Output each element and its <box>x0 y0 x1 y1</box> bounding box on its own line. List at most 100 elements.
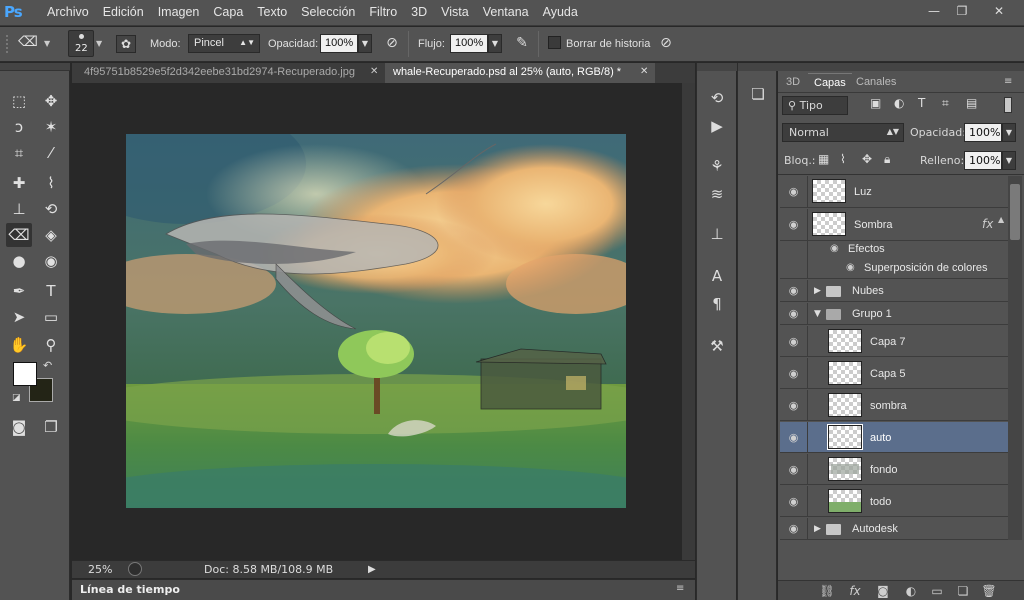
expand-arrow-icon[interactable]: ▶ <box>814 524 821 534</box>
screen-mode-icon[interactable]: ❐ <box>38 415 64 439</box>
status-info-icon[interactable] <box>128 562 142 576</box>
layer-filter-select[interactable]: ⚲ Tipo <box>782 96 848 115</box>
type-tool-icon[interactable]: T <box>38 279 64 303</box>
eyedropper-icon[interactable]: ⁄ <box>38 141 64 165</box>
default-colors-icon[interactable]: ◪ <box>12 393 21 403</box>
menu-item-imagen[interactable]: Imagen <box>151 5 207 19</box>
layer-opacity-input[interactable]: 100% <box>964 123 1002 142</box>
zoom-icon[interactable]: ⚲ <box>38 333 64 357</box>
minimize-button[interactable]: — <box>920 2 948 20</box>
effect-eye-icon[interactable]: ◉ <box>846 262 855 273</box>
filter-toggle[interactable] <box>1004 97 1012 113</box>
pen-icon[interactable]: ✒ <box>6 279 32 303</box>
artwork-canvas[interactable] <box>126 134 626 508</box>
tab-layers[interactable]: Capas <box>808 73 852 92</box>
lock-position-icon[interactable]: ✥ <box>862 152 872 166</box>
menu-item-ventana[interactable]: Ventana <box>476 5 536 19</box>
blend-mode-select[interactable]: Normal ▲▼ <box>782 123 904 142</box>
layers-scroll-thumb[interactable] <box>1010 184 1020 240</box>
dodge-icon[interactable]: ◉ <box>38 249 64 273</box>
collapse-arrow-icon[interactable]: ▼ <box>814 309 821 319</box>
eye-icon[interactable]: ◉ <box>780 209 808 240</box>
layer-comps-icon[interactable]: ❏ <box>746 83 770 105</box>
menu-item-archivo[interactable]: Archivo <box>40 5 96 19</box>
move-tool-icon[interactable]: ✥ <box>38 89 64 113</box>
clone-source-icon[interactable]: ⊥ <box>705 223 729 245</box>
delete-layer-icon[interactable]: 🗑︎ <box>980 583 998 599</box>
layer-opacity-dropdown-icon[interactable]: ▼ <box>1002 123 1016 142</box>
tab-3d[interactable]: 3D <box>780 73 806 92</box>
eye-icon[interactable]: ◉ <box>780 486 808 516</box>
new-layer-icon[interactable]: ❏ <box>954 583 972 599</box>
brush-icon[interactable]: ⌇ <box>38 171 64 195</box>
tab-document-psd[interactable]: whale-Recuperado.psd al 25% (auto, RGB/8… <box>385 63 655 83</box>
crop-icon[interactable]: ⌗ <box>6 141 32 165</box>
menu-item-ayuda[interactable]: Ayuda <box>536 5 585 19</box>
menu-item-vista[interactable]: Vista <box>434 5 476 19</box>
swap-colors-icon[interactable]: ↶ <box>43 359 52 372</box>
filter-type-icon[interactable]: T <box>918 96 925 110</box>
effects-eye-icon[interactable]: ◉ <box>830 243 839 254</box>
tab-document-jpg[interactable]: 4f95751b8529e5f2d342eebe31bd2974-Recuper… <box>76 63 380 83</box>
vertical-scrollbar[interactable] <box>682 83 695 560</box>
actions-panel-icon[interactable]: ▶ <box>705 115 729 137</box>
clone-stamp-icon[interactable]: ⊥ <box>6 197 32 221</box>
eye-icon[interactable]: ◉ <box>780 280 808 301</box>
eye-icon[interactable]: ◉ <box>780 422 808 452</box>
menu-item-capa[interactable]: Capa <box>206 5 250 19</box>
paint-bucket-icon[interactable]: ◈ <box>38 223 64 247</box>
menu-item-selecci-n[interactable]: Selección <box>294 5 362 19</box>
hand-icon[interactable]: ✋ <box>6 333 32 357</box>
new-group-icon[interactable]: ▭ <box>928 583 946 599</box>
zoom-level[interactable]: 25% <box>88 563 112 576</box>
menu-item-edici-n[interactable]: Edición <box>96 5 151 19</box>
layer-row-luz[interactable]: ◉ Luz <box>780 176 1008 208</box>
layer-row-capa-5[interactable]: ◉ Capa 5 <box>780 358 1008 389</box>
lock-all-icon[interactable]: 🔒︎ <box>884 152 890 167</box>
filter-pixel-icon[interactable]: ▣ <box>870 96 881 110</box>
brush-preview[interactable]: 22 <box>68 30 94 57</box>
pressure-size-icon[interactable]: ⊘ <box>656 35 676 55</box>
mode-select[interactable]: Pincel ▲▼ <box>188 34 260 53</box>
fx-icon[interactable]: fx <box>982 217 993 231</box>
close-window-button[interactable]: ✕ <box>982 2 1016 20</box>
add-style-icon[interactable]: fx <box>846 583 864 599</box>
brush-panel-icon[interactable]: ≋ <box>705 183 729 205</box>
brush-presets-icon[interactable]: ⚘ <box>705 155 729 177</box>
menu-item-filtro[interactable]: Filtro <box>362 5 404 19</box>
effect-row-color-overlay[interactable]: ◉ Superposición de colores <box>780 259 1008 279</box>
new-adjustment-icon[interactable]: ◐ <box>902 583 920 599</box>
tool-presets-icon[interactable]: ⚒ <box>705 335 729 357</box>
magic-wand-icon[interactable]: ✶ <box>38 115 64 139</box>
layer-row-fondo[interactable]: ◉ fondo <box>780 454 1008 485</box>
group-row-nubes[interactable]: ◉ ▶ Nubes <box>780 280 1008 302</box>
brush-dropdown-icon[interactable]: ▼ <box>96 39 102 48</box>
path-selection-icon[interactable]: ➤ <box>6 305 32 329</box>
layer-row-sombra[interactable]: ◉ sombra <box>780 390 1008 421</box>
add-mask-icon[interactable]: ◙ <box>874 583 892 599</box>
erase-history-checkbox[interactable] <box>548 36 561 49</box>
eraser-icon[interactable]: ⌫ <box>6 223 32 247</box>
eraser-tool-preset-icon[interactable]: ⌫ <box>18 34 38 52</box>
fill-dropdown-icon[interactable]: ▼ <box>1002 151 1016 170</box>
restore-button[interactable]: ❐ <box>948 2 976 20</box>
layer-row-todo[interactable]: ◉ todo <box>780 486 1008 517</box>
filter-adjustment-icon[interactable]: ◐ <box>894 96 904 110</box>
tab-channels[interactable]: Canales <box>850 73 902 92</box>
group-row-grupo-1[interactable]: ◉ ▼ Grupo 1 <box>780 303 1008 325</box>
timeline-title[interactable]: Línea de tiempo <box>80 583 180 596</box>
status-menu-arrow-icon[interactable]: ▶ <box>368 564 376 575</box>
eye-icon[interactable]: ◉ <box>780 358 808 388</box>
foreground-color-swatch-top[interactable] <box>13 362 37 386</box>
rectangular-marquee-icon[interactable]: ⬚ <box>6 89 32 113</box>
filter-shape-icon[interactable]: ⌗ <box>942 96 949 111</box>
airbrush-icon[interactable]: ✎ <box>512 35 532 55</box>
flow-input[interactable]: 100% <box>450 34 488 53</box>
eye-icon[interactable]: ◉ <box>780 176 808 207</box>
quick-mask-icon[interactable]: ◙ <box>6 415 32 439</box>
layer-row-sombra-fx[interactable]: ◉ Sombra fx ▲ <box>780 209 1008 241</box>
panel-menu-icon[interactable]: ≡ <box>1004 76 1012 87</box>
paragraph-panel-icon[interactable]: ¶ <box>705 293 729 315</box>
preset-dropdown-icon[interactable]: ▼ <box>44 39 50 48</box>
blur-icon[interactable]: ● <box>6 249 32 273</box>
